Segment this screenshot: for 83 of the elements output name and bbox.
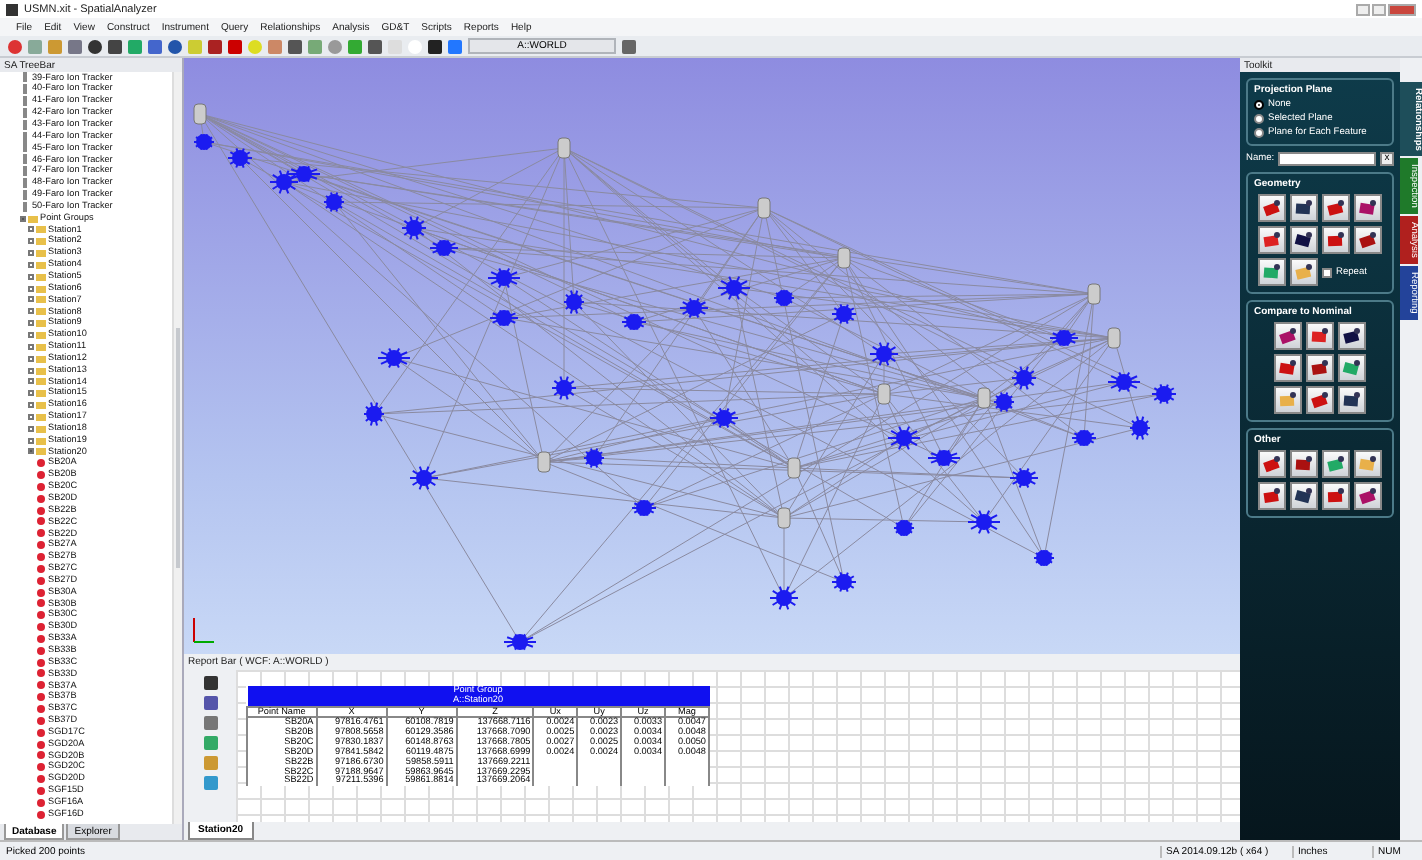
tool-button[interactable] [1258, 194, 1286, 222]
collapse-toggle[interactable] [28, 448, 34, 455]
tool-icon [1326, 454, 1346, 474]
checkbox[interactable] [1322, 267, 1332, 277]
tool-icon [1278, 390, 1298, 410]
radio-button[interactable] [1254, 100, 1264, 110]
expand-toggle[interactable] [28, 390, 34, 397]
tool-button[interactable] [1306, 386, 1334, 414]
tool-button[interactable] [1322, 450, 1350, 478]
tool-icon [1358, 230, 1378, 250]
tool-icon [1294, 198, 1314, 218]
tool-button[interactable] [1274, 354, 1302, 382]
tool-icon [1358, 454, 1378, 474]
tool-button[interactable] [1290, 482, 1318, 510]
tool-button[interactable] [1290, 194, 1318, 222]
expand-toggle[interactable] [28, 331, 34, 338]
tool-button[interactable] [1306, 354, 1334, 382]
name-field[interactable] [1278, 152, 1376, 166]
expand-toggle[interactable] [28, 308, 34, 315]
tool-icon [1262, 454, 1282, 474]
expand-toggle[interactable] [28, 273, 34, 280]
expand-toggle[interactable] [28, 226, 34, 233]
expand-toggle[interactable] [28, 355, 34, 362]
tool-icon [1358, 198, 1378, 218]
tool-button[interactable] [1258, 226, 1286, 254]
expand-toggle[interactable] [28, 296, 34, 303]
tool-button[interactable] [1354, 450, 1382, 478]
tool-icon [1262, 198, 1282, 218]
tool-button[interactable] [1306, 322, 1334, 350]
tool-icon [1262, 262, 1282, 282]
expand-toggle[interactable] [28, 378, 34, 385]
tool-icon [1310, 326, 1330, 346]
tool-button[interactable] [1354, 226, 1382, 254]
tool-icon [1294, 230, 1314, 250]
expand-toggle[interactable] [28, 367, 34, 374]
tool-icon [1326, 230, 1346, 250]
tool-button[interactable] [1290, 450, 1318, 478]
radio-button[interactable] [1254, 114, 1264, 124]
tool-icon [1342, 358, 1362, 378]
expand-toggle[interactable] [28, 437, 34, 444]
expand-toggle[interactable] [28, 238, 34, 245]
tool-button[interactable] [1274, 386, 1302, 414]
expand-toggle[interactable] [28, 285, 34, 292]
expand-toggle[interactable] [28, 343, 34, 350]
tool-button[interactable] [1274, 322, 1302, 350]
tool-icon [1358, 486, 1378, 506]
tool-button[interactable] [1322, 482, 1350, 510]
tool-icon [1294, 486, 1314, 506]
tool-button[interactable] [1338, 322, 1366, 350]
tool-button[interactable] [1258, 450, 1286, 478]
tool-button[interactable] [1354, 194, 1382, 222]
expand-toggle[interactable] [28, 413, 34, 420]
tool-button[interactable] [1322, 194, 1350, 222]
tool-icon [1342, 390, 1362, 410]
collapse-toggle[interactable] [20, 215, 26, 222]
expand-toggle[interactable] [28, 402, 34, 409]
tool-icon [1326, 198, 1346, 218]
expand-toggle[interactable] [28, 261, 34, 268]
expand-toggle[interactable] [28, 250, 34, 257]
tool-icon [1310, 358, 1330, 378]
expand-toggle[interactable] [28, 425, 34, 432]
tool-button[interactable] [1258, 482, 1286, 510]
tool-icon [1310, 390, 1330, 410]
tool-icon [1326, 486, 1346, 506]
tool-icon [1278, 326, 1298, 346]
tool-icon [1278, 358, 1298, 378]
tool-icon [1294, 262, 1314, 282]
expand-toggle[interactable] [28, 320, 34, 327]
radio-button[interactable] [1254, 128, 1264, 138]
close-button[interactable] [1388, 3, 1416, 15]
tool-button[interactable] [1354, 482, 1382, 510]
scrollbar-thumb[interactable] [176, 328, 180, 568]
tool-button[interactable] [1338, 386, 1366, 414]
app-logo-icon [6, 3, 18, 15]
tool-button[interactable] [1290, 258, 1318, 286]
tool-icon [1294, 454, 1314, 474]
tool-button[interactable] [1258, 258, 1286, 286]
tool-icon [1262, 230, 1282, 250]
tool-icon [1342, 326, 1362, 346]
tool-button[interactable] [1322, 226, 1350, 254]
tool-icon [1262, 486, 1282, 506]
tool-button[interactable] [1338, 354, 1366, 382]
tool-button[interactable] [1290, 226, 1318, 254]
